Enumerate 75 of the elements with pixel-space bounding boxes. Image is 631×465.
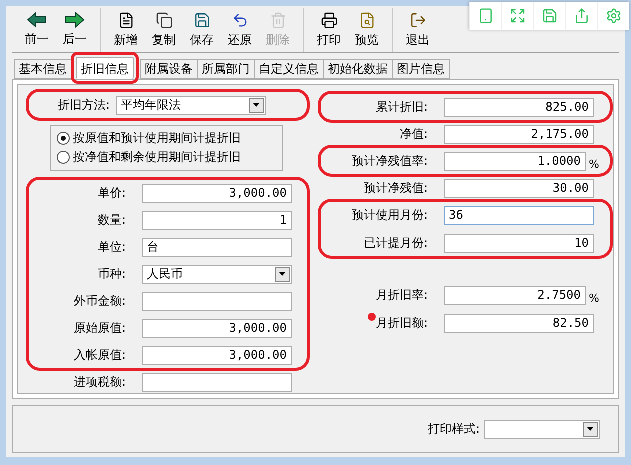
- tab[interactable]: 所属部门: [197, 59, 255, 79]
- input-field[interactable]: 台: [142, 238, 292, 256]
- toolbar-button[interactable]: 新增: [107, 8, 145, 52]
- input-field[interactable]: 10: [444, 234, 594, 252]
- toolbar-button[interactable]: 预览: [348, 8, 386, 52]
- radio-label: 按净值和剩余使用期间计提折旧: [73, 149, 241, 166]
- input-field[interactable]: 82.50: [444, 314, 594, 332]
- currency-dropdown[interactable]: 人民币: [142, 264, 292, 284]
- caret-icon: [587, 427, 594, 431]
- field-label: 月折旧额:: [332, 314, 444, 332]
- percent-sign: %: [589, 156, 600, 170]
- tab[interactable]: 图片信息: [392, 59, 450, 79]
- save-icon: [542, 8, 558, 24]
- input-field[interactable]: 3,000.00: [142, 184, 292, 202]
- undo-icon: [232, 12, 248, 28]
- toolbar-button[interactable]: 打印: [310, 8, 348, 52]
- copy-icon: [156, 12, 172, 28]
- input-field[interactable]: 3,000.00: [142, 346, 292, 364]
- field-label: 净值:: [398, 126, 429, 142]
- tab[interactable]: 基本信息: [14, 59, 72, 79]
- document-icon: [118, 12, 134, 28]
- right-arrow-icon: [65, 12, 85, 28]
- field-label: 数量:: [96, 212, 127, 228]
- field-label: 原始原值:: [72, 320, 127, 336]
- field-label: 币种:: [96, 266, 127, 282]
- radio-button[interactable]: [57, 132, 70, 145]
- input-field[interactable]: [142, 292, 292, 310]
- field-label: 预计使用月份:: [350, 206, 429, 224]
- caret-icon: [253, 103, 260, 107]
- input-field[interactable]: 2,175.00: [444, 124, 594, 144]
- input-field[interactable]: 30.00: [444, 178, 594, 198]
- radio-button[interactable]: [57, 151, 70, 164]
- field-label: 累计折旧:: [374, 98, 429, 116]
- input-field[interactable]: 36: [444, 206, 594, 224]
- field-label: 单位:: [96, 238, 127, 256]
- toolbar-button[interactable]: 还原: [221, 8, 259, 52]
- left-arrow-icon: [27, 12, 47, 28]
- preview-icon: [358, 12, 376, 28]
- field-label: 进项税额:: [72, 374, 127, 390]
- toolbar-button[interactable]: 退出: [399, 8, 437, 52]
- tab[interactable]: 自定义信息: [254, 59, 324, 79]
- settings-icon: [606, 8, 622, 24]
- exit-icon: [410, 12, 426, 28]
- field-label: 单价:: [96, 184, 127, 202]
- input-field[interactable]: 1: [142, 210, 292, 230]
- field-label: 月折旧率:: [374, 286, 429, 304]
- field-label: 已计提月份:: [362, 234, 429, 252]
- tab[interactable]: 附属设备: [140, 59, 198, 79]
- input-field[interactable]: 825.00: [444, 98, 594, 116]
- input-field[interactable]: 3,000.00: [142, 318, 292, 338]
- expand-icon: [510, 8, 526, 24]
- share-icon: [574, 8, 590, 24]
- caret-icon: [279, 272, 286, 276]
- toolbar-button[interactable]: 后一: [56, 8, 94, 52]
- input-field[interactable]: 1.0000: [444, 152, 586, 170]
- field-label: 预计净残值率:: [350, 152, 429, 170]
- toolbar-button[interactable]: 保存: [183, 8, 221, 52]
- trash-icon: [270, 12, 286, 28]
- field-label: 外币金额:: [72, 292, 127, 310]
- input-field[interactable]: 2.7500: [444, 286, 586, 304]
- radio-label: 按原值和预计使用期间计提折旧: [73, 130, 241, 147]
- field-label: 打印样式:: [428, 420, 480, 438]
- printer-icon: [320, 12, 338, 28]
- tab[interactable]: 初始化数据: [323, 59, 393, 79]
- input-field[interactable]: [142, 372, 292, 392]
- field-label: 入帐原值:: [72, 346, 127, 364]
- toolbar-button[interactable]: 复制: [145, 8, 183, 52]
- print-style-dropdown[interactable]: [484, 420, 600, 438]
- save-icon: [194, 12, 210, 28]
- field-label: 折旧方法:: [56, 96, 111, 114]
- tablet-icon: [478, 8, 494, 24]
- method-dropdown[interactable]: 平均年限法: [116, 96, 266, 114]
- percent-sign: %: [589, 290, 600, 304]
- field-label: 预计净残值:: [362, 180, 429, 196]
- toolbar-button[interactable]: 前一: [18, 8, 56, 52]
